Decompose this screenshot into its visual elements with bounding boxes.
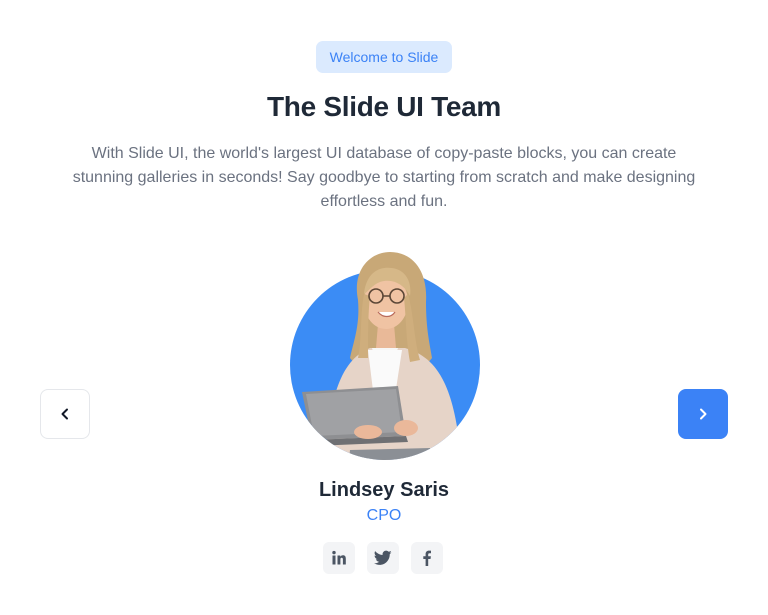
team-member-photo (280, 240, 490, 470)
page-title: The Slide UI Team (267, 91, 501, 122)
welcome-badge: Welcome to Slide (316, 41, 452, 73)
linkedin-link[interactable] (323, 542, 355, 574)
section-description: With Slide UI, the world's largest UI da… (72, 145, 696, 210)
next-slide-button[interactable] (678, 389, 728, 439)
member-name: Lindsey Saris (318, 479, 450, 501)
chevron-right-icon (700, 408, 707, 420)
team-carousel-section: Welcome to Slide The Slide UI Team With … (0, 0, 768, 615)
twitter-icon (374, 550, 392, 565)
member-role: CPO (366, 507, 402, 524)
facebook-link[interactable] (411, 542, 443, 574)
social-links (323, 542, 443, 574)
facebook-icon (423, 550, 431, 566)
previous-slide-button[interactable] (40, 389, 90, 439)
linkedin-icon (332, 550, 346, 565)
twitter-link[interactable] (367, 542, 399, 574)
chevron-left-icon (61, 408, 68, 420)
